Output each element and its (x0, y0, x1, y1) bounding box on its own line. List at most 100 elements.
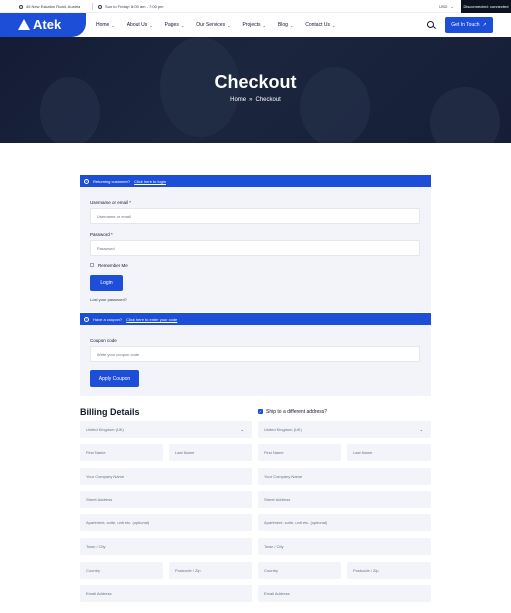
nav-label: Projects (242, 22, 261, 28)
address-info: 45 New Eskaton Road, Austria (19, 4, 80, 9)
logo-mark-icon (18, 19, 30, 30)
chevron-down-icon: ⌄ (262, 22, 266, 28)
shipping-country-select[interactable]: United Kingdom (UK) ⌄ (258, 421, 431, 438)
nav-projects[interactable]: Projects ⌄ (242, 22, 265, 28)
shipping-first-name[interactable]: First Name (258, 444, 341, 461)
placeholder: Street Address (86, 497, 113, 502)
remember-label: Remember Me (98, 263, 128, 268)
coupon-field[interactable]: Write your coupon code (90, 346, 420, 362)
placeholder: Email Address (264, 591, 290, 596)
hours-info: Sun to Friday: 8:00 am - 7:00 pm (98, 4, 163, 9)
country-value: United Kingdom (UK) (86, 427, 124, 432)
nav-label: Blog (277, 22, 288, 28)
chevron-down-icon: ⌄ (180, 22, 185, 28)
billing-town[interactable]: Town / City (80, 538, 252, 555)
placeholder: Town / City (264, 544, 284, 549)
coupon-placeholder: Write your coupon code (97, 351, 140, 357)
main-nav: Home ⌄ About Us ⌄ Pages ⌄ Our Services ⌄ Pro… (96, 22, 335, 28)
billing-country-select[interactable]: United Kingdom (UK) ⌄ (80, 421, 252, 438)
shipping-email[interactable]: Email Address (258, 585, 431, 602)
billing-last-name[interactable]: Last Name (169, 444, 252, 461)
nav-label: Our Services (196, 22, 226, 28)
lost-password-link[interactable]: Lost your password? (90, 297, 127, 302)
status-text: Disconnected: connected (463, 4, 509, 9)
login-link[interactable]: Click here to login (134, 179, 166, 184)
currency-value: USD (439, 4, 448, 9)
apply-coupon-button[interactable]: Apply Coupon (90, 370, 139, 387)
nav-label: Home (96, 22, 110, 28)
placeholder: Last Name (353, 450, 373, 455)
nav-home[interactable]: Home ⌄ (96, 22, 115, 28)
placeholder: First Name (86, 450, 106, 455)
site-logo[interactable]: Atek (18, 17, 61, 32)
site-header: Atek Home ⌄ About Us ⌄ Pages ⌄ Our Services… (0, 13, 511, 37)
coupon-notice: i Have a coupon? Click here to enter you… (80, 313, 431, 325)
status-badge: Disconnected: connected (461, 0, 511, 13)
billing-county[interactable]: Country (80, 562, 163, 579)
info-icon: i (84, 178, 89, 184)
search-icon[interactable] (427, 21, 434, 28)
nav-label: About Us (126, 22, 148, 28)
login-notice: i Returning customer? Click here to logi… (80, 175, 431, 187)
nav-blog[interactable]: Blog ⌄ (278, 22, 293, 28)
placeholder: Apartment, suite, unit etc. (optional) (264, 520, 328, 525)
chevron-down-icon: ⌄ (227, 22, 231, 28)
chevron-down-icon: ⌄ (450, 4, 454, 9)
login-button[interactable]: Login (90, 275, 123, 291)
shipping-apartment[interactable]: Apartment, suite, unit etc. (optional) (258, 514, 431, 531)
breadcrumb-home[interactable]: Home (230, 97, 246, 103)
country-value: United Kingdom (UK) (264, 427, 302, 432)
placeholder: Postcode / Zip (353, 568, 379, 573)
placeholder: Apartment, suite, unit etc. (optional) (86, 520, 150, 525)
shipping-company[interactable]: Your Company Name (258, 468, 431, 485)
shipping-last-name[interactable]: Last Name (347, 444, 431, 461)
ship-different-label: Ship to a different address? (266, 409, 328, 415)
billing-postcode[interactable]: Postcode / Zip (169, 562, 252, 579)
billing-company[interactable]: Your Company Name (80, 468, 252, 485)
coupon-label: Coupon code (90, 338, 117, 343)
notice-text: Returning customer? (93, 178, 131, 184)
clock-icon (98, 4, 102, 9)
location-pin-icon (19, 4, 23, 9)
password-placeholder: Password (97, 245, 115, 251)
placeholder: Postcode / Zip (175, 568, 201, 573)
shipping-county[interactable]: Country (258, 562, 341, 579)
placeholder: Last Name (175, 450, 195, 455)
placeholder: Street Address (264, 497, 291, 502)
chevron-down-icon: ⌄ (240, 427, 244, 432)
nav-about[interactable]: About Us ⌄ (127, 22, 153, 28)
nav-pages[interactable]: Pages ⌄ (165, 22, 185, 28)
billing-first-name[interactable]: First Name (80, 444, 163, 461)
chevron-down-icon: ⌄ (111, 22, 115, 28)
password-label: Password * (90, 232, 113, 237)
username-label: Username or email * (90, 200, 132, 205)
billing-street[interactable]: Street Address (80, 491, 252, 508)
username-placeholder: Username or email (97, 213, 131, 219)
cta-label: Get In Touch (451, 22, 480, 28)
billing-title: Billing Details (80, 407, 140, 417)
arrow-up-right-icon: ↗ (482, 22, 487, 28)
username-field[interactable]: Username or email (90, 208, 420, 224)
currency-select[interactable]: USD ⌄ (439, 4, 454, 9)
password-field[interactable]: Password (90, 240, 420, 256)
shipping-town[interactable]: Town / City (258, 538, 431, 555)
nav-contact[interactable]: Contact Us ⌄ (305, 22, 335, 28)
address-text: 45 New Eskaton Road, Austria (26, 4, 81, 9)
billing-email[interactable]: Email Address (80, 585, 252, 602)
breadcrumb-current: Checkout (255, 97, 281, 103)
shipping-postcode[interactable]: Postcode / Zip (347, 562, 431, 579)
top-info-bar: 45 New Eskaton Road, Austria Sun to Frid… (0, 0, 511, 13)
logo-text: Atek (33, 17, 62, 32)
shipping-street[interactable]: Street Address (258, 491, 431, 508)
nav-label: Contact Us (305, 22, 330, 28)
nav-services[interactable]: Our Services ⌄ (196, 22, 230, 28)
chevron-down-icon: ⌄ (149, 22, 153, 28)
placeholder: Country (86, 568, 101, 573)
hours-text: Sun to Friday: 8:00 am - 7:00 pm (105, 4, 164, 9)
get-in-touch-button[interactable]: Get In Touch ↗ (445, 17, 493, 33)
coupon-link[interactable]: Click here to enter your code (126, 317, 177, 322)
ship-different-checkbox[interactable]: ✓ (258, 409, 263, 414)
placeholder: Country (264, 568, 279, 573)
remember-checkbox[interactable] (90, 263, 94, 267)
billing-apartment[interactable]: Apartment, suite, unit etc. (optional) (80, 514, 252, 531)
